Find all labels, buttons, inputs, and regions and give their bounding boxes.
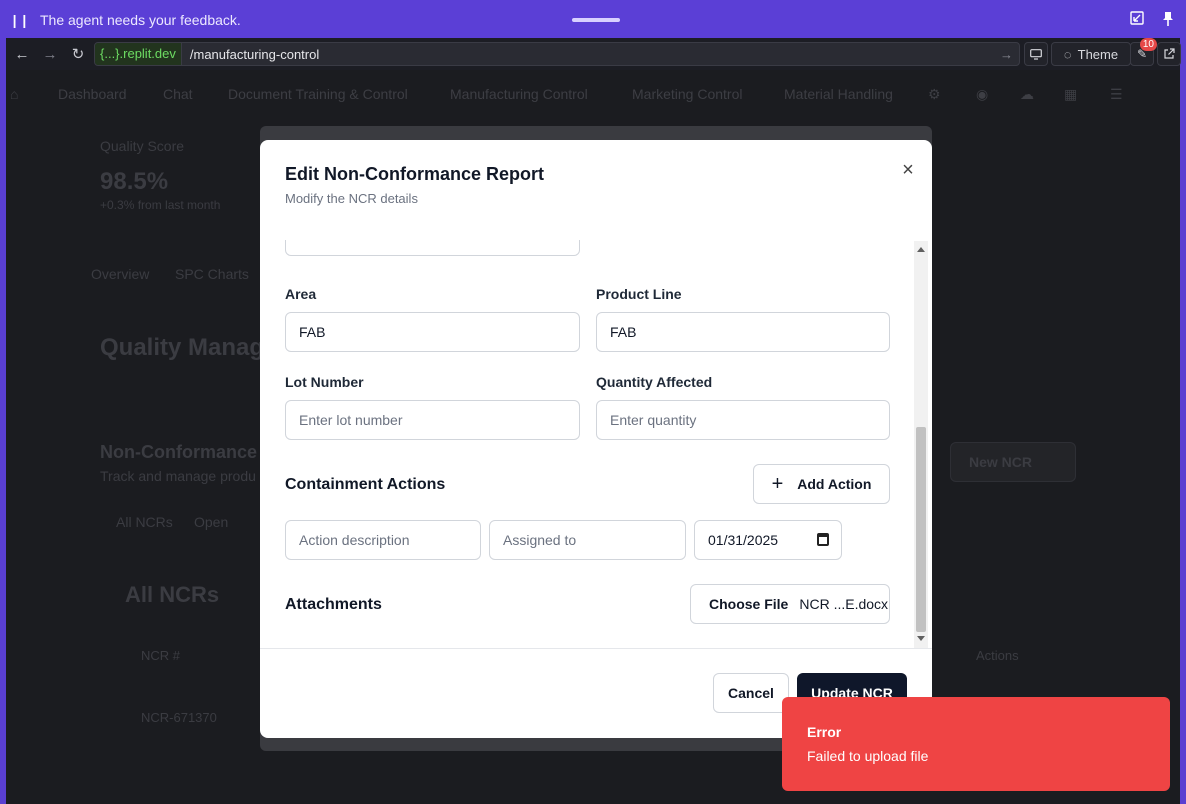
grid-icon[interactable]: ▦ bbox=[1064, 86, 1077, 103]
device-icon[interactable] bbox=[1024, 42, 1048, 66]
quality-heading: Quality Manage bbox=[100, 334, 278, 361]
tab-overview[interactable]: Overview bbox=[91, 266, 149, 282]
nav-dashboard[interactable]: Dashboard bbox=[58, 86, 127, 102]
file-name: NCR ...E.docx bbox=[799, 596, 889, 612]
dialog-subtitle: Modify the NCR details bbox=[285, 191, 418, 206]
action-description-input[interactable]: Action description bbox=[285, 520, 481, 560]
product-line-label: Product Line bbox=[596, 286, 682, 302]
dialog-title: Edit Non-Conformance Report bbox=[285, 164, 544, 184]
url-path: /manufacturing-control bbox=[189, 46, 320, 62]
choose-file-button[interactable]: Choose File bbox=[709, 596, 788, 612]
scrollbar-thumb[interactable] bbox=[916, 427, 926, 632]
quantity-label: Quantity Affected bbox=[596, 374, 713, 390]
lot-number-input[interactable]: Enter lot number bbox=[285, 400, 580, 440]
reload-icon[interactable]: ↻ bbox=[64, 40, 92, 68]
nav-chat[interactable]: Chat bbox=[163, 86, 193, 102]
row-ncr-id: NCR-671370 bbox=[141, 710, 217, 725]
ncr-heading: Non-Conformance bbox=[100, 442, 257, 462]
plus-icon: + bbox=[771, 472, 784, 495]
bell-icon[interactable]: ◉ bbox=[976, 86, 988, 103]
notification-badge: 10 bbox=[1139, 38, 1157, 51]
tools-icon[interactable]: ✎ 10 bbox=[1130, 38, 1157, 66]
pin-icon[interactable] bbox=[1159, 11, 1177, 29]
pause-icon[interactable]: | | bbox=[0, 12, 40, 28]
file-input[interactable]: Choose File NCR ...E.docx bbox=[690, 584, 890, 624]
dialog-form: Area FAB Product Line FAB Lot Number Ent… bbox=[260, 240, 932, 648]
app-nav: ⌂ Dashboard Chat Document Training & Con… bbox=[6, 86, 1180, 106]
quantity-input[interactable]: Enter quantity bbox=[596, 400, 890, 440]
previous-field-input[interactable] bbox=[285, 240, 580, 256]
assigned-to-input[interactable]: Assigned to bbox=[489, 520, 686, 560]
date-value: 01/31/2025 bbox=[708, 532, 779, 548]
lot-number-label: Lot Number bbox=[285, 374, 364, 390]
toast-description: Failed to upload file bbox=[807, 748, 929, 764]
browser-toolbar: ← → ↻ {...}.replit.dev /manufacturing-co… bbox=[6, 38, 1181, 70]
nav-manufacturing-control[interactable]: Manufacturing Control bbox=[450, 86, 588, 102]
quality-score-label: Quality Score bbox=[100, 138, 185, 154]
nav-material-handling[interactable]: Material Handling bbox=[784, 86, 893, 102]
col-ncr: NCR # bbox=[141, 648, 181, 663]
footer-divider bbox=[260, 648, 932, 649]
drag-handle[interactable] bbox=[572, 18, 620, 22]
nav-document-training[interactable]: Document Training & Control bbox=[228, 86, 408, 102]
home-icon[interactable]: ⌂ bbox=[10, 86, 18, 102]
scroll-down-arrow-icon[interactable] bbox=[917, 636, 925, 641]
dialog-scrollbar[interactable] bbox=[914, 241, 928, 648]
all-ncrs-heading: All NCRs bbox=[125, 582, 220, 607]
new-ncr-label: New NCR bbox=[969, 454, 1033, 470]
toast-title: Error bbox=[807, 724, 842, 740]
tab-spc-charts[interactable]: SPC Charts bbox=[175, 266, 249, 282]
new-ncr-button[interactable]: New NCR bbox=[950, 442, 1076, 482]
quality-score-note: +0.3% from last month bbox=[100, 198, 221, 212]
palette-icon: ◌ bbox=[1063, 46, 1072, 62]
back-arrow-icon[interactable]: ← bbox=[8, 40, 36, 68]
product-line-input[interactable]: FAB bbox=[596, 312, 890, 352]
scroll-up-arrow-icon[interactable] bbox=[917, 247, 925, 252]
filter-open[interactable]: Open bbox=[194, 514, 228, 530]
cloud-icon[interactable]: ☁ bbox=[1020, 86, 1034, 103]
agent-feedback-bar: | | The agent needs your feedback. bbox=[0, 0, 1186, 40]
theme-label: Theme bbox=[1077, 46, 1119, 62]
nav-marketing-control[interactable]: Marketing Control bbox=[632, 86, 743, 102]
attachments-title: Attachments bbox=[285, 596, 382, 613]
ncr-subtitle: Track and manage produ bbox=[100, 468, 256, 484]
settings-icon[interactable]: ⚙ bbox=[928, 86, 941, 103]
add-action-button[interactable]: + Add Action bbox=[753, 464, 890, 504]
menu-icon[interactable]: ☰ bbox=[1110, 86, 1123, 103]
area-label: Area bbox=[285, 286, 317, 302]
area-input[interactable]: FAB bbox=[285, 312, 580, 352]
cancel-button[interactable]: Cancel bbox=[713, 673, 789, 713]
close-icon[interactable]: × bbox=[898, 160, 918, 180]
containment-actions-title: Containment Actions bbox=[285, 476, 446, 493]
error-toast[interactable]: Error Failed to upload file bbox=[782, 697, 1170, 791]
external-link-icon[interactable] bbox=[1157, 42, 1181, 66]
quality-score-value: 98.5% bbox=[100, 168, 169, 195]
forward-arrow-icon[interactable]: → bbox=[36, 40, 64, 68]
filter-all-ncrs[interactable]: All NCRs bbox=[116, 514, 173, 530]
col-actions: Actions bbox=[976, 648, 1019, 663]
go-arrow-icon[interactable]: → bbox=[1000, 47, 1019, 62]
edit-ncr-dialog: Edit Non-Conformance Report Modify the N… bbox=[260, 140, 932, 738]
add-action-label: Add Action bbox=[797, 476, 872, 492]
calendar-icon[interactable] bbox=[817, 533, 829, 546]
collapse-icon[interactable] bbox=[1128, 11, 1146, 29]
address-bar[interactable]: {...}.replit.dev /manufacturing-control … bbox=[94, 42, 1020, 66]
agent-message: The agent needs your feedback. bbox=[40, 12, 241, 28]
due-date-input[interactable]: 01/31/2025 bbox=[694, 520, 842, 560]
url-domain: {...}.replit.dev bbox=[95, 43, 182, 65]
theme-button[interactable]: ◌ Theme bbox=[1051, 42, 1131, 66]
